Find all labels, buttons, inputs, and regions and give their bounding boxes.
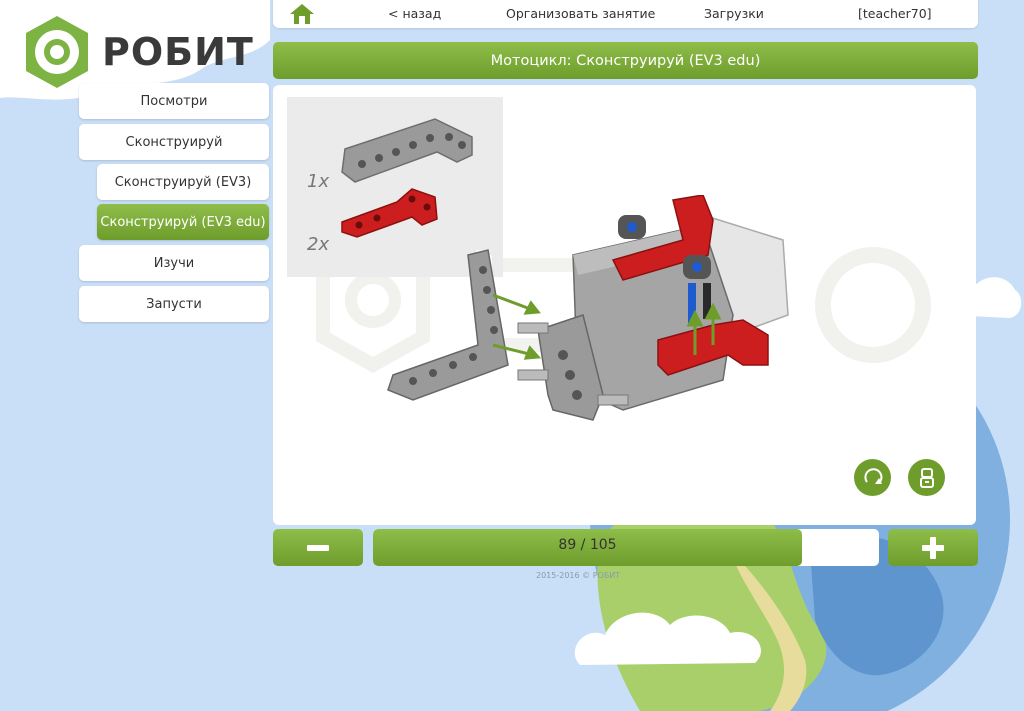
sidebar-item-build-ev3[interactable]: Сконструируй (EV3) [97, 164, 269, 200]
logo-mark [26, 16, 88, 88]
sidebar-item-label: Запусти [146, 296, 202, 312]
sidebar-item-watch[interactable]: Посмотри [79, 83, 269, 119]
sidebar-item-study[interactable]: Изучи [79, 245, 269, 281]
prev-step-button[interactable] [273, 529, 363, 566]
background-cloud [574, 612, 761, 665]
robot-view-button[interactable] [908, 459, 945, 496]
user-link[interactable]: [teacher70] [858, 6, 932, 21]
step-progress-track[interactable]: 89 / 105 [373, 529, 879, 566]
sidebar-item-label: Посмотри [140, 93, 208, 109]
organize-lesson-link[interactable]: Организовать занятие [506, 6, 655, 21]
robot-icon [919, 467, 934, 488]
footer-copyright: 2015-2016 © РОБИТ [536, 571, 621, 580]
sidebar-item-label: Сконструируй (EV3) [114, 174, 252, 190]
instruction-panel: 1x 2x [273, 85, 976, 525]
brand-logo[interactable]: РОБИТ [22, 14, 254, 90]
sidebar-item-run[interactable]: Запусти [79, 286, 269, 322]
next-step-button[interactable] [888, 529, 978, 566]
plus-icon [922, 536, 944, 559]
page-title-bar: Мотоцикл: Сконструируй (EV3 edu) [273, 42, 978, 79]
sidebar-item-build-ev3-edu[interactable]: Сконструируй (EV3 edu) [97, 204, 269, 240]
downloads-link[interactable]: Загрузки [704, 6, 764, 21]
sidebar-item-build[interactable]: Сконструируй [79, 124, 269, 160]
back-link[interactable]: < назад [388, 6, 441, 21]
step-counter: 89 / 105 [558, 537, 617, 553]
minus-icon [307, 544, 329, 551]
sidebar-item-label: Сконструируй [125, 134, 223, 150]
logo-text: РОБИТ [102, 30, 254, 74]
rotate-icon [863, 467, 882, 484]
top-nav-bar: < назад Организовать занятие Загрузки [t… [273, 0, 978, 28]
sidebar-item-label: Изучи [153, 255, 195, 271]
page-title: Мотоцикл: Сконструируй (EV3 edu) [490, 52, 761, 69]
gray-l-beam-part [341, 118, 473, 183]
part-qty-label: 2x [307, 234, 329, 255]
rotate-view-button[interactable] [854, 459, 891, 496]
home-icon[interactable] [289, 2, 315, 26]
sidebar-item-label: Сконструируй (EV3 edu) [100, 214, 266, 230]
assembly-diagram [387, 195, 789, 421]
part-qty-label: 1x [307, 171, 329, 192]
